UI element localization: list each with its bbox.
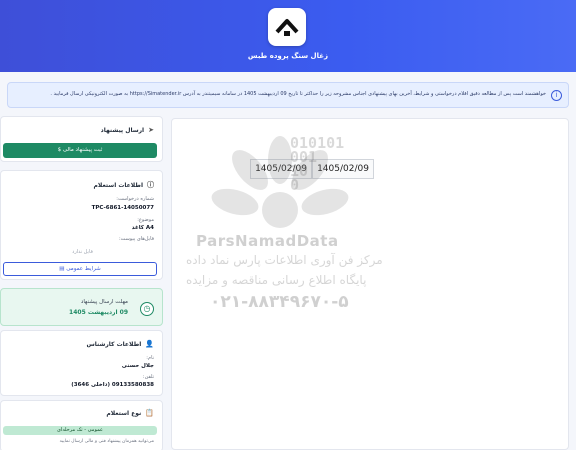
deadline-card: ◷ مهلت ارسال پیشنهاد 09 اردیبهشت 1405: [0, 288, 163, 326]
house-logo-icon: [275, 19, 299, 36]
request-info-card: ⓘاطلاعات استعلام شماره درخواست: TPC-6861…: [0, 170, 163, 280]
no-files-text: فایل ندارد: [72, 249, 93, 255]
user-icon: 👤: [145, 340, 154, 348]
submit-offer-card: ➤ارسال پیشنهاد $ ثبت پیشنهاد مالی: [0, 116, 163, 162]
attachments-label: فایل‌های پیوست:: [118, 236, 154, 242]
request-info-title: ⓘاطلاعات استعلام: [93, 181, 154, 189]
general-terms-button[interactable]: ▤ شرایط عمومی: [3, 262, 157, 276]
inquiry-type-badge: عمومی - تک مرحله‌ای: [3, 426, 157, 435]
main-content-card: 1405/02/09 1405/02/09: [171, 118, 569, 450]
submit-financial-offer-button[interactable]: $ ثبت پیشنهاد مالی: [3, 143, 157, 158]
send-icon: ➤: [148, 126, 154, 134]
expert-info-title: 👤اطلاعات کارشناس: [86, 340, 154, 348]
expert-phone-label: تلفن:: [142, 374, 154, 380]
expert-info-card: 👤اطلاعات کارشناس نام: جلال حسنی تلفن: 09…: [0, 330, 163, 396]
info-icon: i: [551, 90, 562, 101]
subject-label: موضوع:: [137, 217, 154, 223]
inquiry-type-card: 📋نوع استعلام عمومی - تک مرحله‌ای می‌توان…: [0, 400, 163, 450]
clipboard-icon: 📋: [145, 409, 154, 417]
clock-icon: ◷: [140, 302, 154, 316]
expert-name-label: نام:: [146, 355, 154, 361]
expert-phone-value: 09133580838 (داخلی 3646): [71, 382, 154, 388]
notice-text: خواهشمند است پس از مطالعه دقیق اقلام درخ…: [50, 91, 546, 97]
deadline-value: 09 اردیبهشت 1405: [69, 309, 128, 316]
end-date-field: 1405/02/09: [250, 159, 312, 179]
header-banner: زغال سنگ پروده طبس: [0, 0, 576, 72]
inquiry-type-title: 📋نوع استعلام: [106, 409, 154, 417]
request-number-label: شماره درخواست:: [116, 196, 154, 202]
subject-value: کاغذ A4: [131, 225, 154, 231]
company-logo: [268, 8, 306, 46]
info-circle-icon: ⓘ: [147, 181, 154, 189]
inquiry-type-note: می‌توانید همزمان پیشنهاد فنی و مالی ارسا…: [59, 439, 154, 444]
instruction-notice: i خواهشمند است پس از مطالعه دقیق اقلام د…: [7, 82, 569, 108]
start-date-field: 1405/02/09: [312, 159, 374, 179]
deadline-label: مهلت ارسال پیشنهاد: [80, 299, 128, 305]
request-number-value: TPC-6861-14050077: [91, 205, 154, 211]
expert-name-value: جلال حسنی: [121, 363, 154, 369]
page-title: زغال سنگ پروده طبس: [247, 52, 329, 60]
submit-offer-title: ➤ارسال پیشنهاد: [100, 126, 154, 134]
